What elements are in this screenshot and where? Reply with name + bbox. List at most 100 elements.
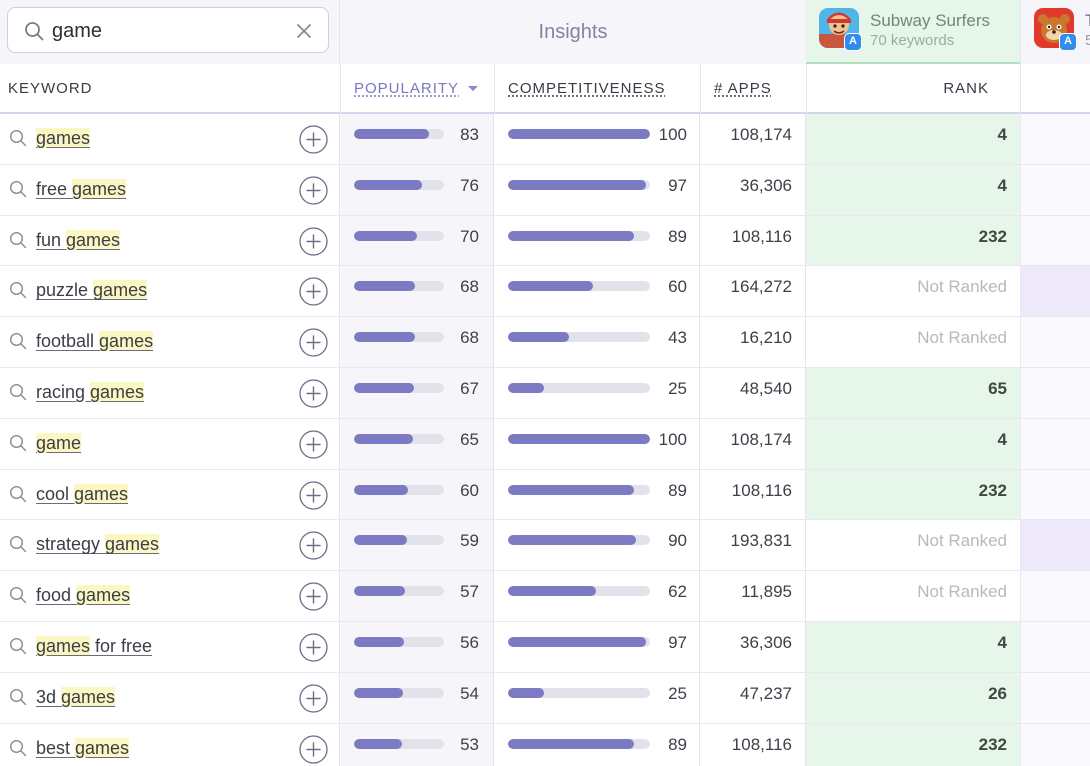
rank-value: 232 xyxy=(978,734,1007,754)
keyword-match-highlight: games xyxy=(99,331,154,352)
keyword-link[interactable]: racing games xyxy=(36,381,145,403)
keyword-link[interactable]: puzzle games xyxy=(36,280,148,301)
keyword-link[interactable]: game xyxy=(36,432,82,454)
table-row[interactable]: cool games 60 89 108,116 232 xyxy=(0,469,1090,521)
next-app-rank-cell xyxy=(1020,723,1090,766)
keyword-link[interactable]: best games xyxy=(36,737,130,759)
competitiveness-cell: 90 xyxy=(494,520,700,571)
popularity-bar-fill xyxy=(354,636,405,647)
apps-count: 36,306 xyxy=(740,632,792,652)
column-divider xyxy=(494,64,495,114)
popularity-value: 70 xyxy=(460,226,479,246)
add-keyword-icon[interactable] xyxy=(299,176,328,205)
app-column-header-subway-surfers[interactable]: A Subway Surfers 70 keywords xyxy=(806,0,1020,64)
keyword-link[interactable]: strategy games xyxy=(36,534,160,555)
add-keyword-icon[interactable] xyxy=(299,328,328,357)
table-row[interactable]: racing games 67 25 48,540 65 xyxy=(0,367,1090,419)
column-header-keyword-label: KEYWORD xyxy=(8,79,93,97)
keyword-prefix: puzzle xyxy=(36,280,94,301)
apps-count: 108,116 xyxy=(731,226,792,246)
popularity-value: 54 xyxy=(460,683,479,703)
keyword-link[interactable]: football games xyxy=(36,331,154,352)
competitiveness-value: 25 xyxy=(668,683,687,703)
search-box[interactable] xyxy=(7,7,329,53)
column-header-rank[interactable]: RANK xyxy=(806,64,1020,112)
table-row[interactable]: games 83 100 108,174 4 xyxy=(0,114,1090,165)
competitiveness-bar xyxy=(508,382,650,393)
competitiveness-value: 89 xyxy=(668,480,687,500)
keyword-cell: football games xyxy=(0,317,340,367)
keyword-link[interactable]: games xyxy=(36,128,91,149)
table-row[interactable]: best games 53 89 108,116 232 xyxy=(0,723,1090,766)
search-input[interactable] xyxy=(52,18,282,44)
table-row[interactable]: food games 57 62 11,895 Not Ranked xyxy=(0,571,1090,622)
apps-count: 16,210 xyxy=(740,328,792,348)
popularity-value: 83 xyxy=(460,125,479,144)
keyword-link[interactable]: cool games xyxy=(36,483,129,505)
table-row[interactable]: game 65 100 108,174 4 xyxy=(0,418,1090,470)
apps-cell: 108,116 xyxy=(700,215,806,266)
apps-cell: 47,237 xyxy=(700,672,806,723)
keyword-link[interactable]: food games xyxy=(36,585,131,606)
table-row[interactable]: puzzle games 68 60 164,272 Not Ranked xyxy=(0,266,1090,318)
add-keyword-icon[interactable] xyxy=(299,531,328,561)
app-column-header-2[interactable]: A T 5 xyxy=(1020,0,1090,64)
add-keyword-icon[interactable] xyxy=(299,582,328,611)
apps-count: 48,540 xyxy=(740,378,792,398)
add-keyword-icon[interactable] xyxy=(299,125,328,154)
competitiveness-bar xyxy=(508,332,650,343)
column-header-apps[interactable]: # APPS xyxy=(714,64,772,112)
keyword-match-highlight: games xyxy=(76,585,131,606)
popularity-bar xyxy=(354,332,444,343)
add-keyword-icon[interactable] xyxy=(299,379,328,408)
keyword-match-highlight: games xyxy=(105,534,160,555)
add-keyword-icon[interactable] xyxy=(299,480,328,510)
keyword-match-highlight: games xyxy=(72,178,127,199)
add-keyword-icon[interactable] xyxy=(299,734,328,764)
search-icon xyxy=(9,282,27,299)
competitiveness-cell: 97 xyxy=(494,164,700,215)
add-keyword-icon[interactable] xyxy=(299,226,328,256)
keyword-match-highlight: games xyxy=(90,381,145,402)
apps-count: 47,237 xyxy=(740,683,792,703)
add-keyword-icon[interactable] xyxy=(299,277,328,307)
popularity-bar-fill xyxy=(354,586,406,597)
keyword-link[interactable]: fun games xyxy=(36,229,121,251)
popularity-cell: 65 xyxy=(340,418,494,469)
search-icon xyxy=(9,587,27,604)
search-icon xyxy=(9,637,27,655)
competitiveness-cell: 100 xyxy=(494,114,700,164)
competitiveness-value: 90 xyxy=(668,531,687,551)
column-header-competitiveness[interactable]: COMPETITIVENESS xyxy=(508,64,666,112)
keyword-cell: food games xyxy=(0,571,340,621)
add-keyword-icon[interactable] xyxy=(299,430,328,459)
keyword-match-highlight: games xyxy=(75,737,130,758)
competitiveness-value: 25 xyxy=(668,378,687,398)
rank-value: 4 xyxy=(997,429,1007,449)
popularity-bar-fill xyxy=(354,230,417,241)
competitiveness-bar xyxy=(508,484,650,495)
keyword-cell: strategy games xyxy=(0,520,340,571)
table-row[interactable]: 3d games 54 25 47,237 26 xyxy=(0,672,1090,724)
search-icon xyxy=(9,129,27,147)
popularity-cell: 59 xyxy=(340,520,494,571)
table-row[interactable]: fun games 70 89 108,116 232 xyxy=(0,215,1090,267)
keyword-link[interactable]: free games xyxy=(36,178,127,200)
keyword-link[interactable]: 3d games xyxy=(36,686,116,708)
add-keyword-icon[interactable] xyxy=(299,684,328,713)
table-row[interactable]: free games 76 97 36,306 4 xyxy=(0,164,1090,216)
column-header-keyword[interactable]: KEYWORD xyxy=(8,64,93,112)
keyword-link[interactable]: games for free xyxy=(36,635,152,657)
popularity-bar xyxy=(354,738,444,749)
search-icon xyxy=(9,688,27,705)
popularity-bar xyxy=(354,535,444,546)
keyword-prefix: best xyxy=(36,737,76,758)
column-header-popularity[interactable]: POPULARITY xyxy=(354,64,479,112)
competitiveness-bar-fill xyxy=(508,230,635,241)
clear-search-icon[interactable] xyxy=(294,21,314,41)
table-row[interactable]: football games 68 43 16,210 Not Ranked xyxy=(0,317,1090,368)
table-row[interactable]: strategy games 59 90 193,831 Not Ranked xyxy=(0,520,1090,572)
add-keyword-icon[interactable] xyxy=(299,633,328,662)
table-row[interactable]: games for free 56 97 36,306 4 xyxy=(0,621,1090,673)
popularity-cell: 70 xyxy=(340,215,494,266)
